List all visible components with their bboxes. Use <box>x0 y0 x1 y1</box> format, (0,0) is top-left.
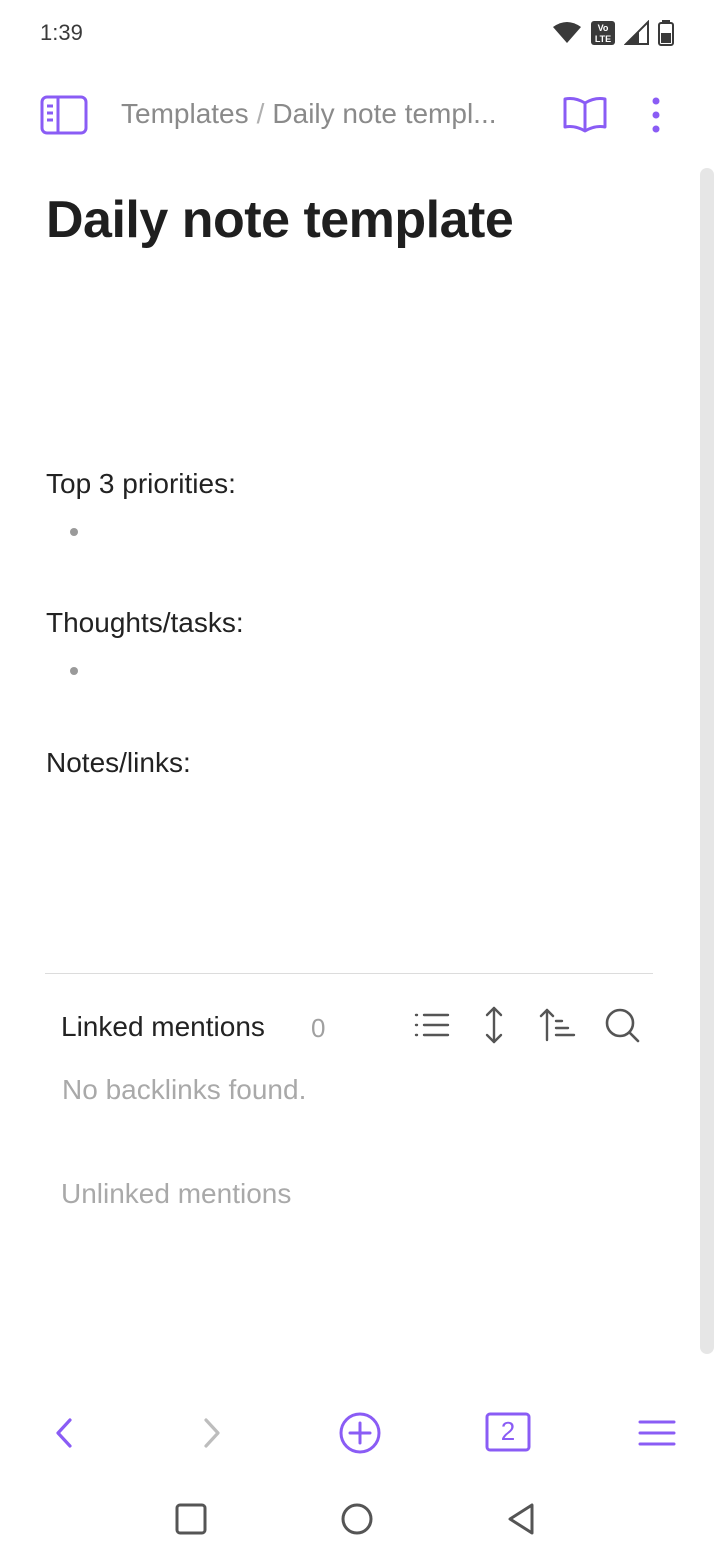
new-note-icon[interactable] <box>337 1410 383 1456</box>
no-backlinks-message: No backlinks found. <box>62 1074 307 1105</box>
recents-icon[interactable] <box>168 1495 214 1541</box>
volte-icon: Vo LTE <box>591 21 615 45</box>
tabs-button[interactable]: 2 <box>485 1410 531 1456</box>
scrollbar[interactable] <box>700 168 714 1354</box>
breadcrumb-current[interactable]: Daily note templ... <box>272 98 496 129</box>
back-icon[interactable] <box>42 1410 88 1456</box>
status-time: 1:39 <box>40 20 83 45</box>
section-thoughts-tasks[interactable]: Thoughts/tasks: <box>46 607 244 639</box>
empty-bullet[interactable] <box>70 667 78 675</box>
svg-text:LTE: LTE <box>595 34 611 44</box>
page-title[interactable]: Daily note template <box>46 190 514 250</box>
unlinked-mentions-title[interactable]: Unlinked mentions <box>61 1178 291 1210</box>
home-icon[interactable] <box>334 1495 380 1541</box>
wifi-icon <box>553 22 581 43</box>
expand-collapse-icon[interactable] <box>474 1005 514 1045</box>
forward-icon[interactable] <box>188 1410 234 1456</box>
battery-icon <box>658 20 674 46</box>
more-options-icon[interactable] <box>646 95 666 135</box>
breadcrumb: Templates / Daily note templ... <box>121 98 497 130</box>
linked-mentions-title[interactable]: Linked mentions <box>61 1011 265 1043</box>
status-icons: Vo LTE <box>552 20 674 46</box>
empty-bullet[interactable] <box>70 528 78 536</box>
list-view-icon[interactable] <box>412 1005 452 1045</box>
search-icon[interactable] <box>602 1005 642 1045</box>
reading-view-icon[interactable] <box>562 95 608 135</box>
signal-icon <box>624 20 649 45</box>
menu-icon[interactable] <box>634 1410 680 1456</box>
section-notes-links[interactable]: Notes/links: <box>46 747 191 779</box>
back-nav-icon[interactable] <box>498 1495 544 1541</box>
sort-icon[interactable] <box>538 1005 578 1045</box>
sidebar-toggle-icon[interactable] <box>40 95 88 135</box>
breadcrumb-separator: / <box>256 98 265 129</box>
tab-count: 2 <box>500 1416 516 1446</box>
breadcrumb-parent[interactable]: Templates <box>121 98 249 129</box>
section-top-priorities[interactable]: Top 3 priorities: <box>46 468 236 500</box>
backlinks-divider <box>45 973 653 974</box>
svg-text:Vo: Vo <box>598 23 609 33</box>
linked-mentions-count: 0 <box>311 1013 326 1043</box>
